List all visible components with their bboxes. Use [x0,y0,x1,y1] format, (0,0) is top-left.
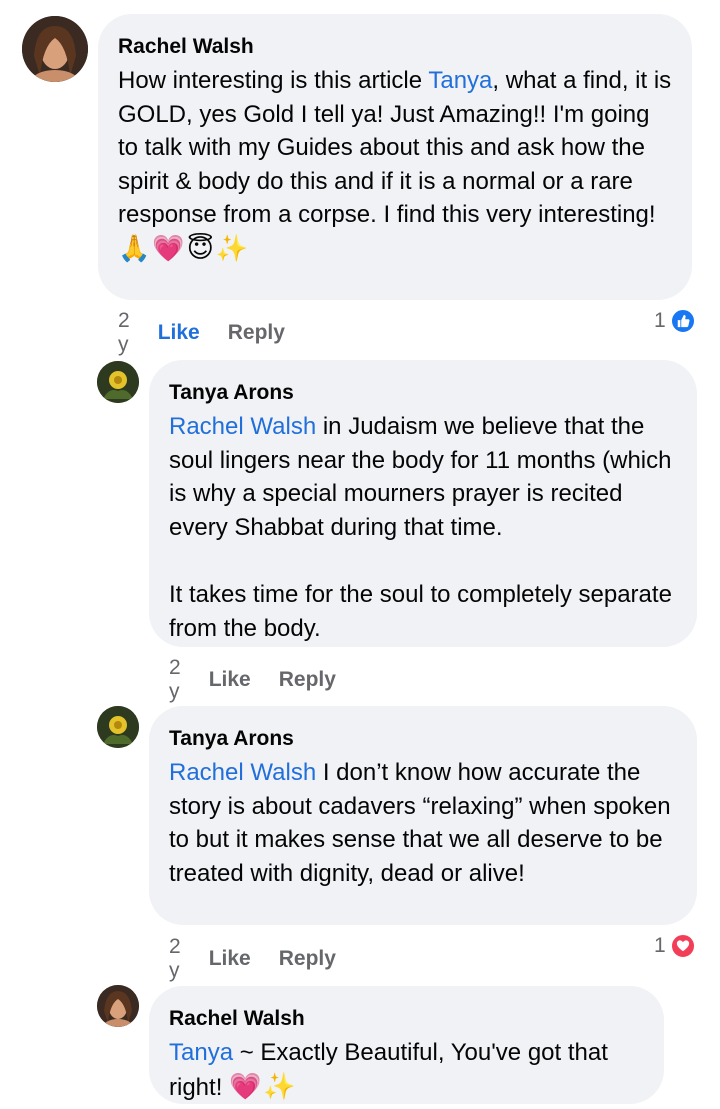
avatar-tanya-arons[interactable] [97,361,139,403]
comment-text: Rachel Walsh I don’t know how accurate t… [169,759,678,887]
avatar-image [97,985,139,1027]
reply-button[interactable]: Reply [228,321,285,345]
comment-timestamp[interactable]: 2 y [169,935,181,983]
emoji-row: 💗✨ [229,1070,298,1101]
reaction-count: 1 [654,934,666,957]
reaction-count: 1 [654,309,666,332]
comment-timestamp[interactable]: 2 y [118,309,130,357]
avatar-tanya-arons[interactable] [97,706,139,748]
comment-actions: 2 y Like Reply [118,309,285,357]
comment-text: Tanya ~ Exactly Beautiful, You've got th… [169,1039,615,1101]
like-button[interactable]: Like [209,947,251,971]
avatar-rachel-walsh[interactable] [22,16,88,82]
comment-actions: 2 y Like Reply [169,935,336,983]
comment-bubble: Tanya Arons Rachel Walsh I don’t know ho… [149,706,697,925]
love-icon [669,933,696,959]
comment-author[interactable]: Rachel Walsh [118,34,672,60]
like-icon [669,308,696,334]
like-button[interactable]: Like [209,668,251,692]
avatar-image [97,706,139,748]
comment-author[interactable]: Tanya Arons [169,726,677,752]
comment-author[interactable]: Tanya Arons [169,380,677,406]
comment-author[interactable]: Rachel Walsh [169,1006,644,1032]
comment-bubble: Rachel Walsh Tanya ~ Exactly Beautiful, … [149,986,664,1104]
comment-text: Rachel Walsh in Judaism we believe that … [169,413,672,642]
avatar-image [22,16,88,82]
mention-link[interactable]: Rachel Walsh [169,759,316,786]
avatar-image [97,361,139,403]
comment-text: How interesting is this article Tanya, w… [118,67,678,229]
like-button[interactable]: Like [158,321,200,345]
mention-link[interactable]: Rachel Walsh [169,413,316,440]
reply-button[interactable]: Reply [279,668,336,692]
mention-link[interactable]: Tanya [169,1039,233,1066]
reaction-summary[interactable]: 1 [654,308,696,334]
reply-button[interactable]: Reply [279,947,336,971]
comment-bubble: Rachel Walsh How interesting is this art… [98,14,692,300]
comment-actions: 2 y Like Reply [169,656,336,704]
avatar-rachel-walsh[interactable] [97,985,139,1027]
mention-link[interactable]: Tanya [428,67,492,94]
comment-timestamp[interactable]: 2 y [169,656,181,704]
comment-bubble: Tanya Arons Rachel Walsh in Judaism we b… [149,360,697,647]
emoji-row: 🙏💗😇✨ [118,232,251,263]
reaction-summary[interactable]: 1 [654,933,696,959]
